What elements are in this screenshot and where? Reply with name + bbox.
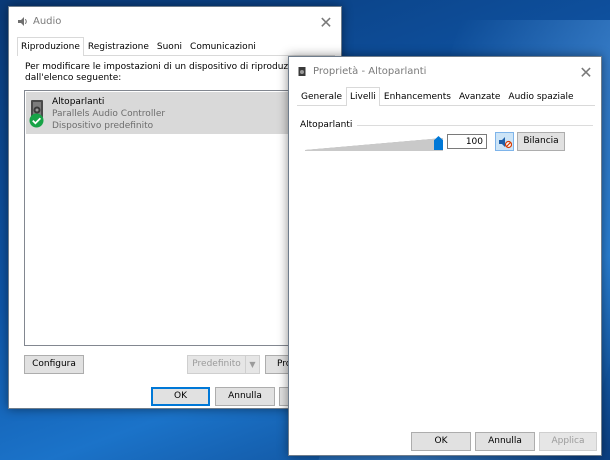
tab-livelli[interactable]: Livelli: [346, 87, 380, 106]
tab-audio-spaziale[interactable]: Audio spaziale: [504, 88, 577, 105]
group-divider: [357, 125, 593, 126]
speaker-icon: [18, 17, 27, 26]
speaker-icon: [298, 67, 306, 76]
properties-window: Proprietà - Altoparlanti ✕ Generale Live…: [288, 56, 602, 456]
close-icon[interactable]: ✕: [571, 57, 601, 87]
tab-suoni[interactable]: Suoni: [153, 38, 186, 55]
tab-registrazione[interactable]: Registrazione: [84, 38, 153, 55]
volume-level-field[interactable]: [447, 134, 487, 149]
cancel-button[interactable]: Annulla: [215, 387, 275, 406]
set-default-button[interactable]: Predefinito: [187, 355, 246, 374]
checkmark-icon: [29, 113, 44, 128]
tab-enhancements[interactable]: Enhancements: [380, 88, 455, 105]
tab-generale[interactable]: Generale: [297, 88, 346, 105]
audio-titlebar[interactable]: Audio ✕: [9, 7, 341, 37]
tab-comunicazioni[interactable]: Comunicazioni: [186, 38, 260, 55]
audio-tabs: Riproduzione Registrazione Suoni Comunic…: [17, 37, 335, 56]
configure-button[interactable]: Configura: [24, 355, 84, 374]
tab-avanzate[interactable]: Avanzate: [455, 88, 504, 105]
properties-window-title: Proprietà - Altoparlanti: [313, 66, 427, 77]
audio-window-title: Audio: [33, 16, 62, 27]
properties-titlebar[interactable]: Proprietà - Altoparlanti ✕: [289, 57, 601, 87]
device-status: Dispositivo predefinito: [52, 121, 154, 131]
mute-button[interactable]: [495, 132, 514, 151]
chevron-down-icon[interactable]: ▼: [245, 355, 260, 374]
ok-button[interactable]: OK: [411, 432, 471, 451]
balance-button[interactable]: Bilancia: [517, 132, 565, 151]
cancel-button[interactable]: Annulla: [475, 432, 535, 451]
speaker-mute-icon: [499, 137, 512, 149]
device-name: Altoparlanti: [52, 97, 105, 107]
device-controller: Parallels Audio Controller: [52, 109, 166, 119]
apply-button[interactable]: Applica: [539, 432, 597, 451]
properties-tabs: Generale Livelli Enhancements Avanzate A…: [297, 87, 595, 106]
volume-slider[interactable]: [305, 138, 443, 150]
levels-group-label: Altoparlanti: [300, 120, 353, 130]
slider-baseline: [305, 150, 443, 151]
ok-button[interactable]: OK: [151, 387, 210, 406]
tab-riproduzione[interactable]: Riproduzione: [17, 37, 84, 56]
close-icon[interactable]: ✕: [311, 7, 341, 37]
levels-panel: Altoparlanti Bilancia: [299, 120, 593, 416]
